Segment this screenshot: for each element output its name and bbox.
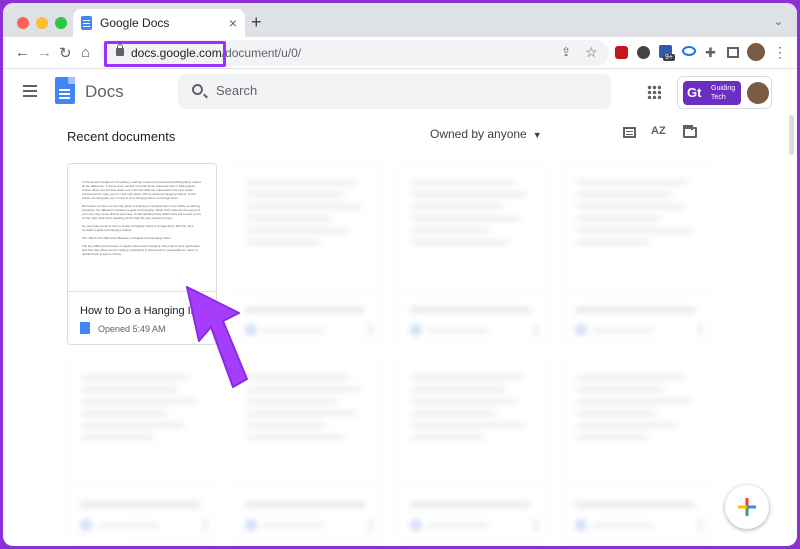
- document-opened-time: Opened 5:49 AM: [98, 324, 166, 334]
- account-chip[interactable]: Gt Guiding Tech: [677, 76, 772, 109]
- browser-menu-icon[interactable]: ⋮: [773, 44, 787, 61]
- document-meta-placeholder: [263, 328, 323, 333]
- more-options-icon[interactable]: [369, 519, 372, 531]
- extension-badge: 9+: [663, 54, 675, 61]
- document-name-placeholder: [410, 502, 530, 508]
- url-path: /document/u/0/: [221, 46, 302, 60]
- docs-file-icon: [575, 519, 587, 531]
- tab-strip: Google Docs × + ⌄: [3, 3, 797, 37]
- browser-window: Google Docs × + ⌄ ← → ↻ ⌂ docs.google.co…: [3, 3, 797, 546]
- share-icon[interactable]: ⇪: [561, 45, 571, 59]
- document-card[interactable]: [397, 358, 547, 540]
- thumbnail-paragraph: But before we dive into the nitty-gritty…: [82, 204, 202, 220]
- document-name-placeholder: [410, 307, 530, 313]
- document-thumbnail[interactable]: In the world of academic formatting, cre…: [68, 164, 216, 292]
- search-icon[interactable]: [192, 84, 203, 95]
- thumbnail-paragraph: So, let's take a look at how to create a…: [82, 224, 194, 232]
- more-options-icon[interactable]: [699, 519, 702, 531]
- google-apps-icon[interactable]: [647, 85, 661, 99]
- guiding-tech-logo: Gt Guiding Tech: [683, 81, 741, 105]
- reload-button[interactable]: ↻: [59, 44, 72, 62]
- app-name[interactable]: Docs: [85, 82, 124, 102]
- thumbnail-text: In the world of academic formatting, cre…: [82, 180, 202, 256]
- owner-filter-label: Owned by anyone: [430, 127, 527, 141]
- thumbnail-paragraph: In the world of academic formatting, cre…: [82, 180, 202, 200]
- main-menu-icon[interactable]: [23, 85, 37, 87]
- zoom-window-button[interactable]: [55, 17, 67, 29]
- eye-extension-icon[interactable]: [682, 46, 696, 56]
- account-avatar[interactable]: [747, 82, 769, 104]
- profile-avatar[interactable]: [747, 43, 765, 61]
- forward-button[interactable]: →: [37, 44, 52, 61]
- document-meta-placeholder: [98, 523, 158, 528]
- docs-file-icon: [80, 322, 90, 334]
- sort-az-icon[interactable]: AZ: [651, 125, 666, 137]
- url-highlight-box: [104, 41, 226, 67]
- document-name-placeholder: [575, 502, 695, 508]
- more-options-icon[interactable]: [534, 519, 537, 531]
- document-name-placeholder: [80, 502, 200, 508]
- gt-logo-line1: Guiding: [711, 85, 736, 92]
- home-button[interactable]: ⌂: [81, 44, 90, 61]
- section-title: Recent documents: [67, 129, 176, 144]
- thumbnail-heading: 101. What's the Difference Between a Reg…: [82, 236, 171, 240]
- document-thumbnail: [398, 164, 546, 292]
- docs-file-icon: [245, 519, 257, 531]
- tab-google-docs[interactable]: Google Docs ×: [73, 9, 245, 37]
- search-box[interactable]: [178, 74, 611, 109]
- gt-logo-line2: Tech: [711, 94, 726, 101]
- tab-title: Google Docs: [100, 16, 170, 30]
- document-card[interactable]: [397, 163, 547, 345]
- docs-file-icon: [410, 324, 422, 336]
- document-meta-placeholder: [428, 328, 488, 333]
- document-meta-placeholder: [593, 523, 653, 528]
- document-card[interactable]: [562, 358, 712, 540]
- tab-close-icon[interactable]: ×: [229, 15, 237, 31]
- document-thumbnail: [563, 164, 711, 292]
- more-options-icon[interactable]: [534, 324, 537, 336]
- document-card[interactable]: [562, 163, 712, 345]
- more-options-icon[interactable]: [699, 324, 702, 336]
- spy-extension-icon[interactable]: [637, 46, 650, 59]
- thumbnail-paragraph: The key difference between a regular ind…: [82, 244, 200, 256]
- document-name-placeholder: [575, 307, 695, 313]
- document-name-placeholder: [245, 307, 365, 313]
- caret-down-icon: ▼: [532, 130, 542, 140]
- document-thumbnail: [563, 359, 711, 487]
- docs-header: Docs Gt Guiding Tech: [3, 69, 797, 115]
- gt-logo-mark: Gt: [687, 85, 702, 100]
- new-document-button[interactable]: [725, 485, 769, 529]
- list-view-icon[interactable]: [623, 127, 636, 138]
- document-meta-placeholder: [263, 523, 323, 528]
- document-name-placeholder: [245, 502, 365, 508]
- back-button[interactable]: ←: [15, 44, 30, 61]
- more-options-icon[interactable]: [369, 324, 372, 336]
- close-window-button[interactable]: [17, 17, 29, 29]
- document-meta-placeholder: [593, 328, 653, 333]
- owner-filter-dropdown[interactable]: Owned by anyone ▼: [430, 127, 542, 141]
- tab-search-chevron-icon[interactable]: ⌄: [774, 15, 783, 28]
- bookmark-star-icon[interactable]: ☆: [585, 44, 598, 61]
- extensions-puzzle-icon[interactable]: ✚: [705, 45, 716, 61]
- docs-file-icon: [575, 324, 587, 336]
- side-panel-icon[interactable]: [727, 47, 739, 58]
- minimize-window-button[interactable]: [36, 17, 48, 29]
- docs-file-icon: [80, 519, 92, 531]
- document-meta-placeholder: [428, 523, 488, 528]
- docs-favicon-icon: [81, 16, 92, 30]
- file-picker-folder-icon[interactable]: [683, 125, 697, 138]
- annotation-arrow-icon: [186, 286, 248, 388]
- more-options-icon[interactable]: [204, 519, 207, 531]
- plus-icon: [738, 498, 756, 516]
- scrollbar[interactable]: [789, 115, 794, 155]
- document-thumbnail: [233, 164, 381, 292]
- search-input[interactable]: [216, 83, 596, 98]
- ublock-extension-icon[interactable]: [615, 46, 628, 59]
- new-tab-button[interactable]: +: [251, 12, 262, 33]
- document-thumbnail: [398, 359, 546, 487]
- docs-file-icon: [410, 519, 422, 531]
- docs-logo-icon[interactable]: [55, 77, 75, 104]
